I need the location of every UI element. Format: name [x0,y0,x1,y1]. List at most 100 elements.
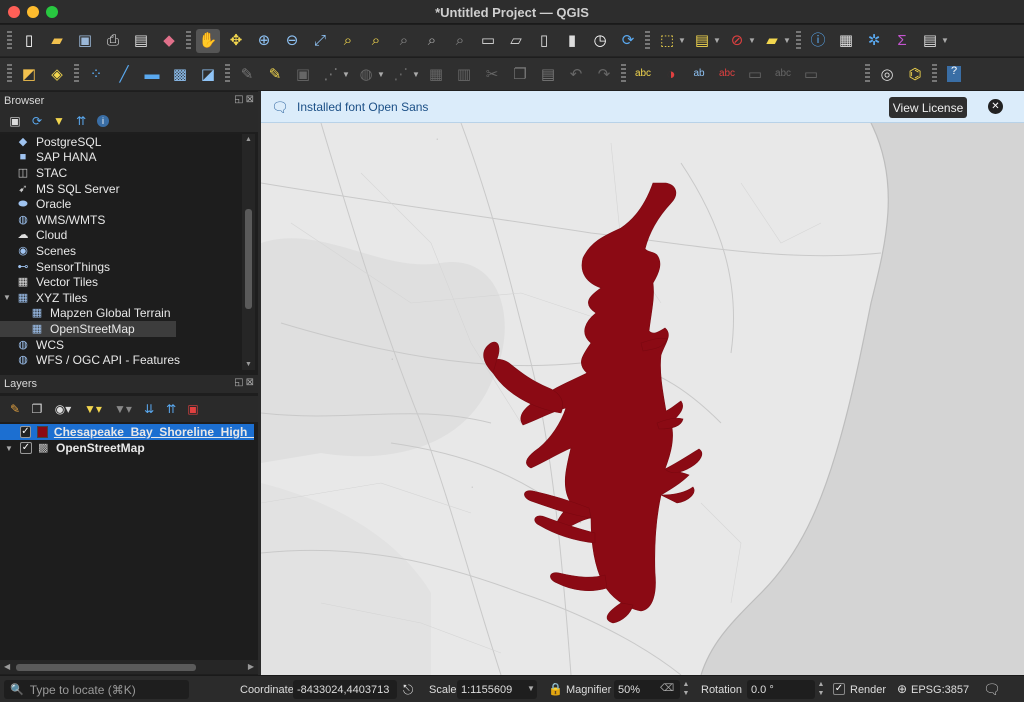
chevron-down-icon[interactable]: ▼ [678,36,686,45]
toolbar-grip[interactable] [932,64,937,84]
add-group-button[interactable]: ❐ [28,400,46,418]
coordinate-field[interactable]: -8433024,4403713 [293,680,397,699]
statistical-summary-button[interactable]: Σ [890,29,914,53]
add-selected-layers-button[interactable]: ▣ [6,112,24,130]
browser-item-wfs[interactable]: ◍ WFS / OGC API - Features [0,352,242,368]
scroll-thumb[interactable] [245,209,252,309]
toolbar-grip[interactable] [186,30,191,51]
pan-map-button[interactable]: ✋ [196,28,220,53]
zoom-last-button[interactable]: ⌕ [420,29,444,53]
expand-all-button[interactable]: ⇊ [140,400,158,418]
scroll-up-icon[interactable]: ▲ [242,136,255,143]
browser-item-sensorthings[interactable]: ⊷ SensorThings [0,259,242,275]
collapse-all-layers-button[interactable]: ⇈ [162,400,180,418]
browser-item-cloud[interactable]: ☁ Cloud [0,228,242,244]
toolbar-grip[interactable] [74,64,79,84]
scroll-left-icon[interactable]: ◀ [4,662,10,671]
chevron-down-icon[interactable]: ▼ [713,36,721,45]
processing-toolbox-button[interactable]: ✲ [862,29,886,53]
chevron-down-icon[interactable]: ▼ [2,293,12,302]
chevron-down-icon[interactable]: ▼ [342,70,350,79]
new-project-button[interactable]: ▯ [17,29,41,53]
clear-icon[interactable]: ⌫ [660,683,674,694]
new-point-layer-button[interactable]: ⁘ [84,62,108,86]
toggle-editing-button[interactable]: ✎ [263,62,287,86]
identify-features-button[interactable]: ⬚ [655,29,679,53]
zoom-full-button[interactable]: ⤢ [308,29,332,53]
rotation-field[interactable]: 0.0 ° [747,680,815,699]
scroll-right-icon[interactable]: ▶ [248,662,254,671]
identify-button[interactable]: ⓘ [806,29,830,53]
layer-item-chesapeake[interactable]: ✓ Chesapeake_Bay_Shoreline_High_ [0,424,254,440]
rotate-label-button[interactable]: abc [771,62,795,86]
map-themes-button[interactable]: ◉▾ [50,400,76,418]
new-spatial-bookmark-button[interactable]: ▯ [532,29,556,53]
chevron-down-icon[interactable]: ▼ [527,684,535,693]
map-canvas[interactable]: 🗨 Installed font Open Sans View License … [261,91,1024,675]
python-console-button[interactable]: ⌬ [903,62,927,86]
browser-item-wms[interactable]: ◍ WMS/WMTS [0,212,242,228]
current-edits-button[interactable]: ✎ [235,62,259,86]
close-icon[interactable]: ✕ [988,99,1003,114]
remove-layer-button[interactable]: ▣ [184,400,202,418]
toolbar-grip[interactable] [7,30,12,51]
layout-manager-button[interactable]: ▤ [129,29,153,53]
move-label-button[interactable]: ▭ [743,62,767,86]
save-project-button[interactable]: ▣ [73,29,97,53]
copy-features-button[interactable]: ❐ [508,62,532,86]
new-memory-layer-button[interactable]: ◪ [196,62,220,86]
coordinate-toggle-icon[interactable]: ⎋ [403,682,413,698]
attribute-table-button[interactable]: ▦ [834,29,858,53]
change-label-button[interactable]: ▭ [799,62,823,86]
filter-legend-button[interactable]: ▼▾ [80,400,106,418]
scale-field[interactable]: 1:1155609 [457,680,537,699]
panel-float-close-icon[interactable]: ◱⊠ [234,377,256,388]
chevron-down-icon[interactable]: ▼ [377,70,385,79]
browser-item-mssql[interactable]: ➹ MS SQL Server [0,181,242,197]
open-project-button[interactable]: ▰ [45,29,69,53]
toolbar-grip[interactable] [225,64,230,84]
crs-button[interactable]: EPSG:3857 [911,684,969,696]
select-location-button[interactable]: ▰ [760,29,784,53]
layer-item-openstreetmap[interactable]: ▼ ✓ ▩ OpenStreetMap [0,440,258,456]
layer-diagram-button[interactable]: ◑ [659,62,683,86]
toolbar-grip[interactable] [621,64,626,84]
attributes-button[interactable]: ▦ [424,62,448,86]
select-by-value-button[interactable]: ▤ [690,29,714,53]
data-source-manager-button[interactable]: ◩ [17,62,41,86]
browser-item-xyz-tiles[interactable]: ▼ ▦ XYZ Tiles [0,290,242,306]
style-manager-button[interactable]: ◆ [157,29,181,53]
magnifier-spinner[interactable]: ▲ ▼ [681,680,691,699]
layer-visibility-checkbox[interactable]: ✓ [20,426,31,438]
chevron-down-icon[interactable]: ▼ [748,36,756,45]
panel-float-close-icon[interactable]: ◱⊠ [234,94,256,105]
modify-attributes-button[interactable]: ⋰ [389,62,413,86]
pan-to-selection-button[interactable]: ✥ [224,29,248,53]
browser-item-wcs[interactable]: ◍ WCS [0,337,242,353]
vertex-tool-button[interactable]: ◍ [354,62,378,86]
browser-item-openstreetmap[interactable]: ▦ OpenStreetMap [0,321,176,337]
zoom-in-button[interactable]: ⊕ [252,29,276,53]
open-field-calculator-button[interactable]: ▤ [918,29,942,53]
new-print-layout-button[interactable]: ⎙ [101,29,125,53]
new-polygon-layer-button[interactable]: ▬ [140,62,164,86]
lock-icon[interactable]: 🔒 [548,682,563,696]
new-virtual-layer-button[interactable]: ▩ [168,62,192,86]
refresh-browser-button[interactable]: ⟳ [28,112,46,130]
chevron-down-icon[interactable]: ▼ [412,70,420,79]
redo-button[interactable]: ↷ [592,62,616,86]
zoom-to-selection-button[interactable]: ⌕ [336,29,360,53]
locator-search-input[interactable]: 🔍 Type to locate (⌘K) [4,680,189,699]
view-license-button[interactable]: View License [889,97,967,118]
show-hide-labels-button[interactable]: abc [715,62,739,86]
layer-visibility-checkbox[interactable]: ✓ [20,442,32,454]
messages-icon[interactable]: 🗨 [983,681,1001,698]
new-map-view-button[interactable]: ▭ [476,29,500,53]
show-bookmarks-button[interactable]: ▮ [560,29,584,53]
layers-horizontal-scrollbar[interactable]: ◀ ▶ [0,660,258,674]
layer-styling-button[interactable]: ✎ [6,400,24,418]
paste-features-button[interactable]: ▤ [536,62,560,86]
browser-item-stac[interactable]: ◫ STAC [0,165,242,181]
scroll-down-icon[interactable]: ▼ [242,361,255,368]
help-button[interactable]: ? [942,62,966,86]
